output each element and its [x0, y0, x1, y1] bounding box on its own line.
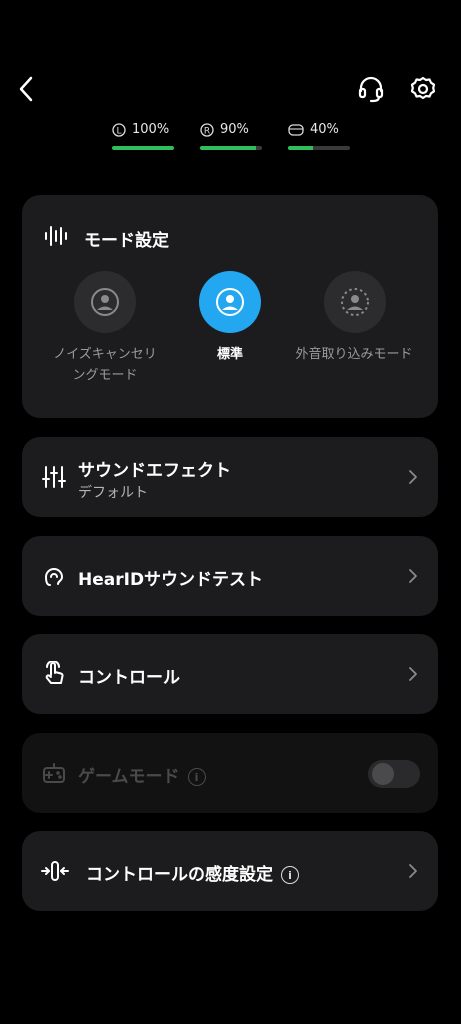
game-controller-icon — [43, 763, 65, 783]
mode-card-title: モード設定 — [84, 231, 169, 251]
chevron-right-icon — [409, 470, 417, 484]
chevron-right-icon — [409, 569, 417, 583]
sound-effect-title: サウンドエフェクト — [78, 461, 231, 481]
standard-mode-button[interactable] — [199, 271, 261, 333]
sound-effect-row[interactable]: サウンドエフェクト デフォルト — [22, 437, 438, 517]
equalizer-icon — [42, 466, 66, 488]
left-earbud-icon: L — [112, 122, 126, 137]
control-sensitivity-row[interactable]: コントロールの感度設定 i — [22, 831, 438, 911]
ambient-mode-label: 外音取り込みモード — [295, 347, 413, 362]
ambient-sound-icon — [341, 288, 369, 316]
hearid-row[interactable]: HearIDサウンドテスト — [22, 536, 438, 616]
control-title: コントロール — [78, 668, 180, 688]
chevron-right-icon — [409, 864, 417, 878]
settings-button[interactable] — [407, 73, 439, 105]
game-mode-title: ゲームモード — [78, 767, 180, 787]
info-icon[interactable]: i — [281, 866, 299, 884]
sound-effect-subtitle: デフォルト — [78, 485, 148, 501]
sensitivity-icon — [41, 861, 69, 881]
noise-cancel-mode-label: ノイズキャンセリ ングモード — [53, 347, 157, 383]
hearid-title: HearIDサウンドテスト — [78, 570, 264, 590]
case-icon — [288, 123, 304, 136]
noise-cancel-mode-button[interactable] — [74, 271, 136, 333]
chevron-left-icon — [19, 76, 33, 102]
ear-icon — [44, 568, 64, 586]
mode-card: モード設定 ノイズキャンセリ ングモード 標準 外音取り込みモード — [22, 195, 438, 418]
standard-mode-icon — [216, 288, 244, 316]
battery-case-bar — [288, 146, 313, 150]
noise-cancel-icon — [91, 288, 119, 316]
ambient-mode-button[interactable] — [324, 271, 386, 333]
control-sensitivity-title: コントロールの感度設定 — [86, 865, 273, 885]
game-mode-toggle[interactable] — [368, 760, 420, 788]
svg-text:L: L — [116, 126, 121, 136]
battery-right-value: 90% — [220, 122, 249, 137]
battery-left-bar — [112, 146, 174, 150]
battery-case-value: 40% — [310, 122, 339, 137]
gear-icon — [410, 76, 436, 100]
chevron-right-icon — [409, 667, 417, 681]
back-button[interactable] — [10, 73, 42, 105]
sound-wave-icon — [45, 226, 67, 246]
battery-case: 40% — [288, 122, 350, 152]
headset-icon — [358, 76, 384, 103]
game-mode-row: ゲームモード i — [22, 733, 438, 813]
control-row[interactable]: コントロール — [22, 634, 438, 714]
info-icon[interactable]: i — [187, 768, 206, 786]
headset-button[interactable] — [355, 73, 387, 105]
right-earbud-icon: R — [200, 122, 214, 137]
battery-right-bar — [200, 146, 256, 150]
battery-right: R 90% — [200, 122, 262, 152]
svg-text:R: R — [204, 126, 210, 136]
battery-left: L 100% — [112, 122, 174, 152]
standard-mode-label: 標準 — [216, 347, 243, 362]
battery-left-value: 100% — [132, 122, 170, 137]
touch-gesture-icon — [45, 661, 64, 684]
